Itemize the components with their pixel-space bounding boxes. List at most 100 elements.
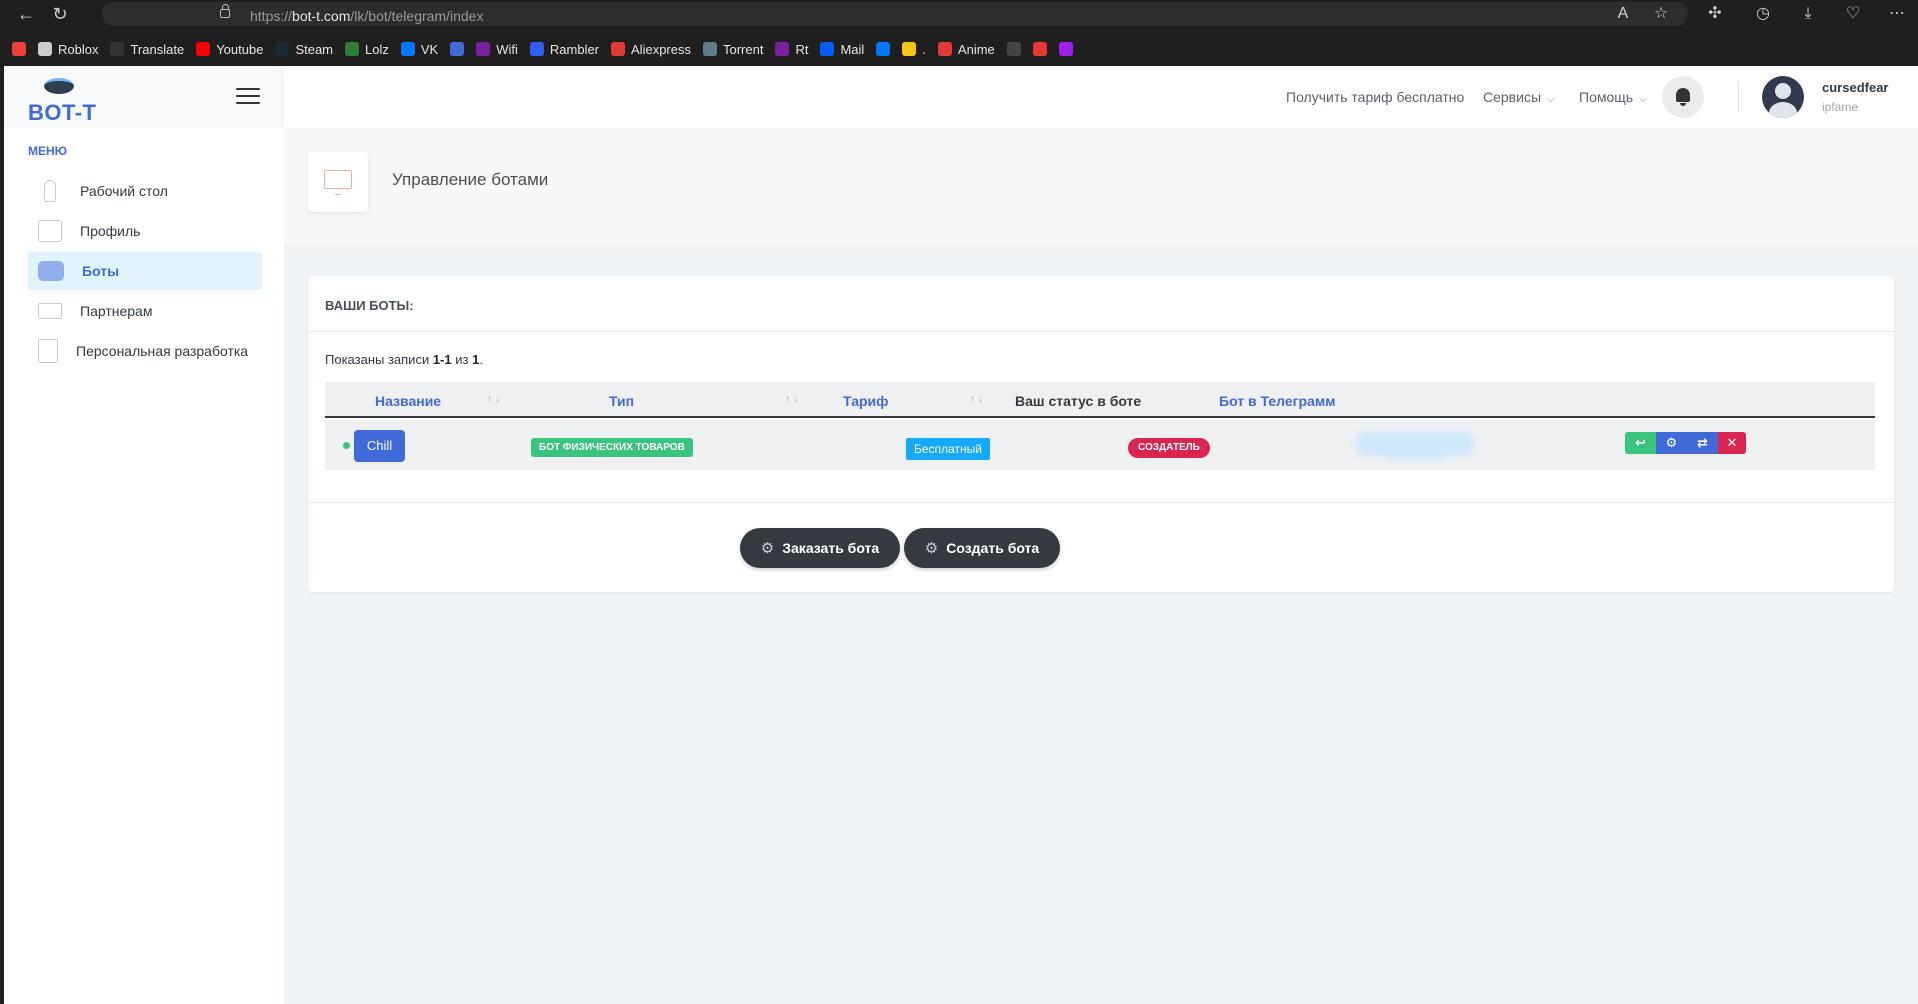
column-name[interactable]: Название — [375, 393, 441, 409]
page-title-band: Управление ботами — [284, 128, 1918, 244]
sidebar-item-label: Боты — [82, 263, 120, 279]
bot-name-button[interactable]: Chill — [354, 430, 405, 462]
bookmark-item[interactable]: Rt — [775, 42, 808, 57]
row-actions: ↩ ⚙ ⇄ ✕ — [1625, 432, 1746, 454]
reload-icon[interactable]: ↻ — [46, 4, 74, 24]
bookmark-item[interactable]: Roblox — [38, 42, 98, 57]
back-icon[interactable]: ← — [12, 4, 40, 24]
sidebar-item-development[interactable]: Персональная разработка — [28, 332, 262, 370]
download-icon[interactable]: ⤓ — [1797, 4, 1819, 24]
records-summary: Показаны записи 1-1 из 1. — [325, 352, 483, 367]
bookmark-item[interactable]: Torrent — [702, 41, 764, 57]
bookmark-item[interactable] — [1058, 42, 1073, 56]
bookmark-item[interactable]: Rambler — [529, 41, 600, 57]
column-type[interactable]: Тип — [609, 393, 634, 409]
bookmark-item[interactable] — [1006, 42, 1021, 56]
address-bar[interactable]: https://bot-t.com/lk/bot/telegram/index — [102, 2, 1688, 26]
bookmark-label: Rambler — [549, 41, 600, 57]
column-telegram[interactable]: Бот в Телеграмм — [1219, 393, 1336, 409]
desktop-icon — [44, 180, 56, 202]
folder-icon — [902, 42, 917, 56]
bookmark-label: Roblox — [58, 41, 99, 57]
sidebar-item-label: Партнерам — [80, 303, 153, 319]
tariff-badge[interactable]: Бесплатный — [906, 438, 990, 460]
favorite-star-icon[interactable]: ☆ — [1650, 4, 1672, 24]
browser-essentials-icon[interactable]: ♡ — [1842, 4, 1864, 24]
order-bot-button[interactable]: ⚙ Заказать бота — [740, 528, 900, 568]
bookmark-item[interactable]: Mail — [820, 42, 864, 57]
aliexpress-icon — [611, 42, 626, 56]
repeat-icon[interactable]: ⇄ — [1687, 432, 1718, 454]
close-icon[interactable]: ✕ — [1718, 432, 1746, 454]
sidebar-item-bots[interactable]: Боты — [28, 252, 262, 290]
bookmark-label: Mail — [840, 41, 865, 57]
avatar[interactable] — [1762, 76, 1804, 118]
chevron-down-icon: ⌵ — [1547, 94, 1555, 105]
column-tariff[interactable]: Тариф — [843, 393, 888, 409]
sort-icon[interactable]: ↑↓ — [785, 394, 801, 405]
hamburger-menu-icon[interactable] — [236, 88, 260, 104]
bookmark-item[interactable]: Translate — [110, 42, 184, 57]
bookmarks-bar: Roblox Translate Youtube Steam Lolz VK Wifi Ram… — [12, 38, 1073, 60]
gear-icon[interactable]: ⚙ — [1656, 432, 1687, 454]
more-menu-icon[interactable]: ⋯ — [1886, 4, 1908, 24]
page-title-iconbox — [308, 152, 368, 212]
card-header: ВАШИ БОТЫ: — [308, 276, 1894, 332]
bookmark-item[interactable]: Anime — [937, 42, 995, 57]
services-dropdown[interactable]: Сервисы ⌵ — [1483, 89, 1555, 105]
reply-icon[interactable]: ↩ — [1625, 432, 1656, 454]
notifications-button[interactable] — [1662, 76, 1704, 118]
translate-icon — [110, 42, 125, 56]
bookmark-item[interactable]: Wifi — [476, 42, 518, 57]
online-status-dot — [343, 442, 350, 449]
extensions-icon[interactable]: ✣ — [1704, 4, 1726, 24]
create-bot-label: Создать бота — [946, 540, 1040, 556]
bookmark-item[interactable]: Youtube — [196, 42, 263, 57]
steam-icon — [275, 42, 290, 56]
anime-icon — [937, 42, 952, 56]
menu-heading: МЕНЮ — [28, 144, 68, 158]
vk-icon — [400, 42, 415, 56]
sort-icon[interactable]: ↑↓ — [970, 394, 986, 405]
logo-area: BOT-T — [4, 66, 284, 128]
wb-icon — [1058, 42, 1073, 56]
partners-icon — [38, 303, 62, 319]
bookmark-item[interactable]: Steam — [275, 42, 333, 57]
bookmark-item[interactable]: Lolz — [345, 42, 389, 57]
bookmark-item[interactable]: Aliexpress — [611, 42, 691, 57]
logo[interactable]: BOT-T — [28, 100, 97, 126]
profile-icon — [38, 220, 62, 242]
username[interactable]: cursedfear — [1822, 80, 1888, 95]
free-tariff-link[interactable]: Получить тариф бесплатно — [1286, 89, 1464, 105]
sort-icon[interactable]: ↑↓ — [487, 394, 503, 405]
sidebar-item-desktop[interactable]: Рабочий стол — [28, 172, 262, 210]
order-bot-label: Заказать бота — [782, 540, 880, 556]
bookmark-label: Steam — [295, 41, 334, 57]
chevron-down-icon: ⌵ — [1639, 94, 1647, 105]
history-icon[interactable]: ◷ — [1752, 4, 1774, 24]
logo-icon — [44, 78, 74, 94]
lock-icon — [220, 4, 230, 18]
sidebar-item-profile[interactable]: Профиль — [28, 212, 262, 250]
bookmark-item[interactable] — [1032, 42, 1047, 56]
read-aloud-icon[interactable]: A — [1612, 4, 1634, 24]
bookmark-item[interactable] — [450, 42, 465, 56]
bookmark-label: Torrent — [722, 41, 764, 57]
wifi-icon — [476, 42, 491, 56]
help-dropdown[interactable]: Помощь ⌵ — [1579, 89, 1647, 105]
roblox-icon — [38, 42, 52, 56]
bookmark-item[interactable] — [12, 42, 26, 56]
user-subtitle: ipfame — [1822, 100, 1859, 114]
bookmark-item[interactable]: VK — [400, 41, 439, 57]
create-bot-button[interactable]: ⚙ Создать бота — [904, 528, 1060, 568]
bookmark-label: Rt — [795, 41, 809, 57]
header-divider — [1738, 82, 1739, 112]
bookmark-item[interactable]: . — [902, 42, 926, 57]
bookmark-label: VK — [420, 41, 439, 57]
a-icon — [1032, 42, 1047, 56]
bookmark-item[interactable] — [876, 42, 891, 56]
type-badge: Бот физических товаров — [531, 438, 693, 457]
sidebar: BOT-T МЕНЮ Рабочий стол Профиль Боты Пар… — [4, 66, 284, 1004]
sidebar-item-partners[interactable]: Партнерам — [28, 292, 262, 330]
gear-icon: ⚙ — [760, 540, 775, 557]
